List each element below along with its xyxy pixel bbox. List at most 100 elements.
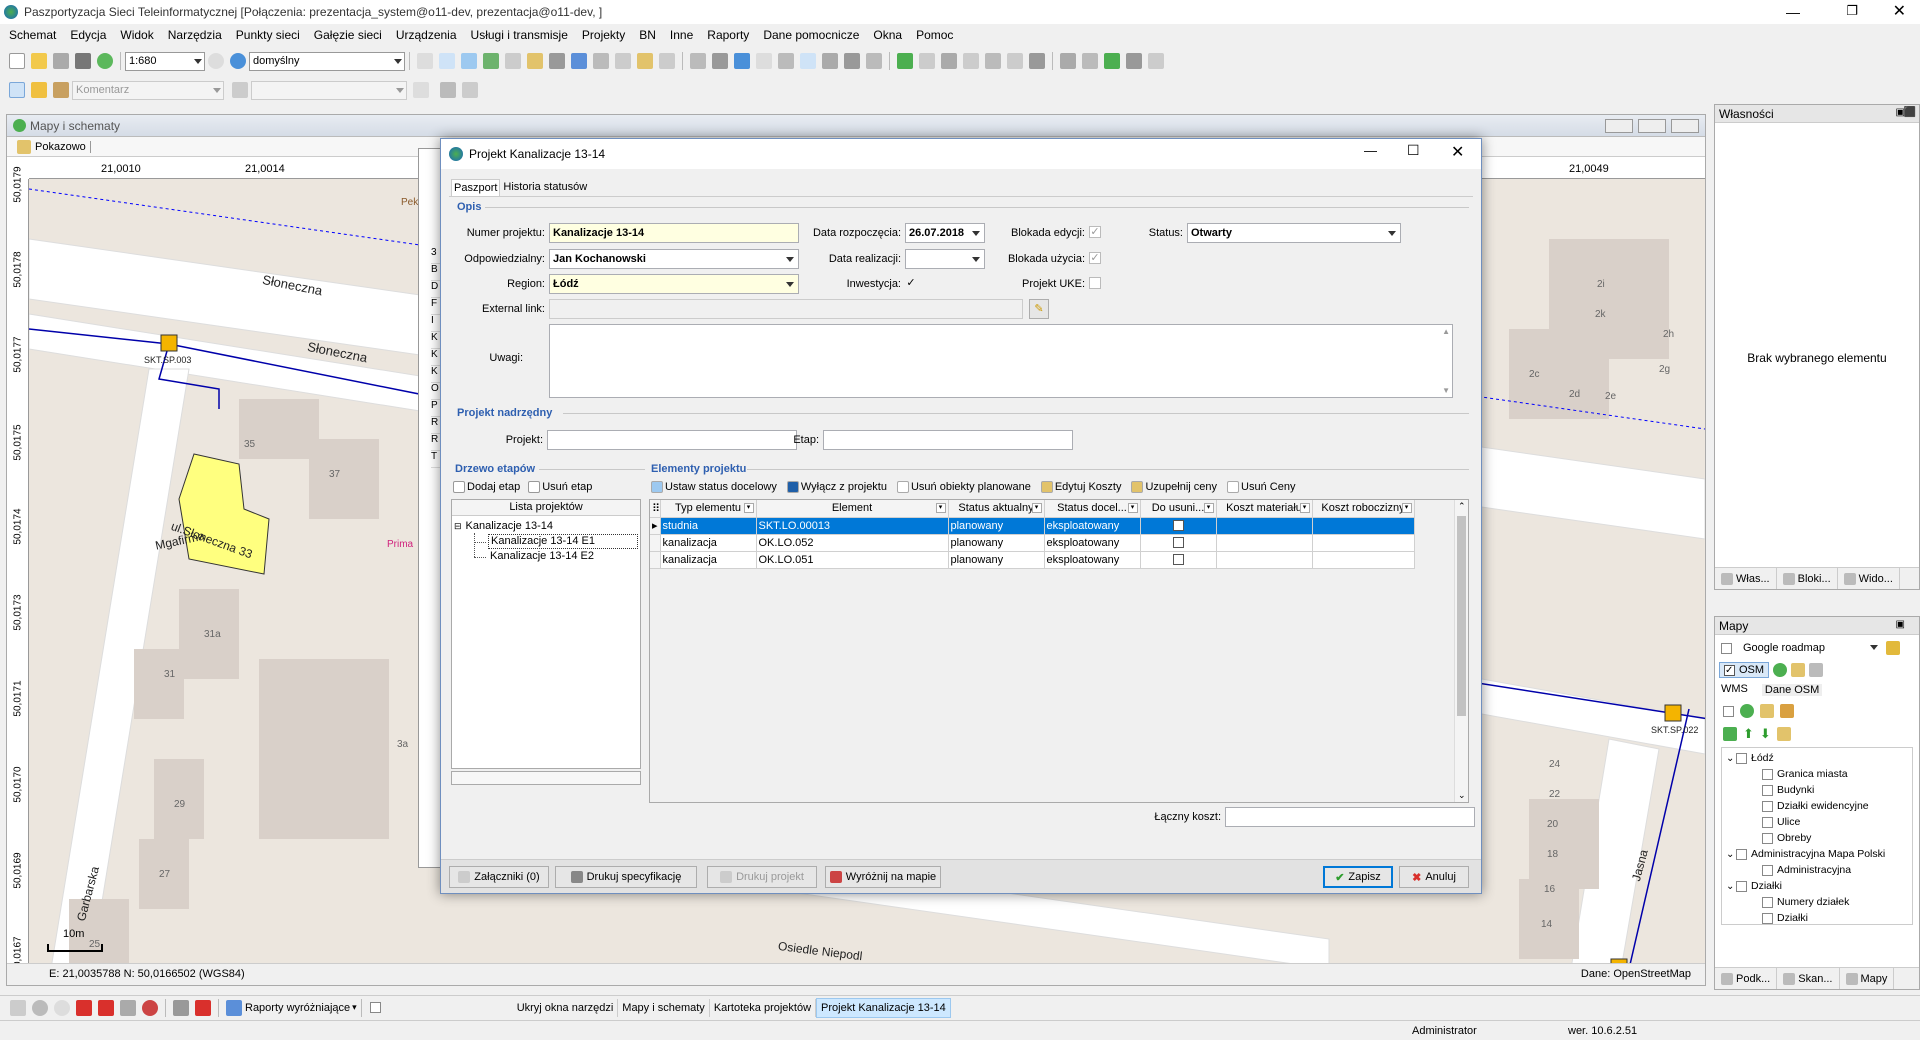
brush-icon[interactable]	[53, 82, 69, 98]
osm-tool-icon[interactable]	[1809, 663, 1824, 677]
layer-checkbox[interactable]	[1762, 800, 1773, 812]
menu-item-4[interactable]: Punkty sieci	[229, 25, 307, 45]
line-icon[interactable]	[413, 82, 429, 98]
filter-icon[interactable]: ▾	[1299, 503, 1310, 513]
menu-item-2[interactable]: Widok	[113, 25, 160, 45]
filter-icon[interactable]: ▾	[1203, 503, 1214, 513]
arrow-up-icon[interactable]: ⬆	[1743, 726, 1754, 742]
lock-icon[interactable]	[232, 82, 248, 98]
toolbar-tool-icon-26[interactable]	[1007, 53, 1023, 69]
data-rozp-field[interactable]: 26.07.2018	[905, 223, 985, 243]
layer-item[interactable]: ⌄ Działki	[1726, 878, 1908, 894]
do-usuniecia-checkbox[interactable]	[1172, 520, 1184, 532]
window-tab-2[interactable]: Kartoteka projektów	[710, 998, 817, 1017]
menu-item-10[interactable]: Inne	[663, 25, 700, 45]
osm-toggle[interactable]: ✓ OSM	[1719, 662, 1770, 678]
dialog-maximize-icon[interactable]: ☐	[1407, 142, 1420, 159]
restore-icon[interactable]: ❐	[1846, 3, 1858, 19]
status-combo[interactable]: Otwarty	[1187, 223, 1401, 243]
layer-checkbox[interactable]	[1762, 784, 1773, 796]
scroll-down-icon[interactable]: ⌄	[1458, 790, 1466, 801]
column-header[interactable]: Status aktualny ▾	[948, 500, 1045, 518]
delete-icon[interactable]	[462, 82, 478, 98]
layer-item[interactable]: Obreby	[1726, 830, 1908, 846]
close-icon[interactable]: ✕	[1893, 1, 1906, 21]
column-header[interactable]: Element ▾	[756, 500, 949, 518]
filter-icon[interactable]: ▾	[1127, 503, 1138, 513]
el-toolbar-button-0[interactable]: Ustaw status docelowy	[651, 481, 777, 493]
window-tab-0[interactable]: Ukryj okna narzędzi	[513, 998, 619, 1017]
ext-link-edit-button[interactable]: ✎	[1029, 299, 1049, 319]
wms-checkbox[interactable]	[1723, 705, 1734, 717]
etap-field[interactable]	[823, 430, 1073, 450]
blok-uzycia-checkbox[interactable]: ✓	[1089, 252, 1101, 264]
toolbar-tool-icon-16[interactable]	[778, 53, 794, 69]
tab-historia[interactable]: Historia statusów	[500, 179, 590, 195]
window-tab-3[interactable]: Projekt Kanalizacje 13-14	[816, 997, 951, 1018]
toolbar-tool-icon-20[interactable]	[866, 53, 882, 69]
toolbar-tool-icon-1[interactable]	[439, 53, 455, 69]
toolbar-tool-icon-2[interactable]	[461, 53, 477, 69]
ext-link-field[interactable]	[549, 299, 1023, 319]
tab-wms[interactable]: WMS	[1721, 683, 1748, 697]
add-layer-icon[interactable]	[1723, 727, 1737, 741]
column-header[interactable]: Koszt roboczizny ▾	[1312, 500, 1415, 518]
do-usuniecia-checkbox[interactable]	[1172, 554, 1184, 566]
usun-etap-button[interactable]: Usuń etap	[528, 481, 592, 493]
google-combo[interactable]: Google roadmap	[1740, 638, 1880, 658]
tree-item-e2[interactable]: Kanalizacje 13-14 E2	[490, 550, 594, 565]
new-icon[interactable]	[9, 53, 25, 69]
toolbar-tool-icon-30[interactable]	[1104, 53, 1120, 69]
osm-globe-icon[interactable]	[1773, 663, 1788, 677]
map-close-button[interactable]	[1671, 119, 1699, 133]
map-min-button[interactable]	[1604, 119, 1633, 133]
record-icon[interactable]	[54, 999, 70, 1016]
link-icon[interactable]	[440, 82, 456, 98]
table-row[interactable]: kanalizacja OK.LO.052 planowany eksploatowa…	[650, 534, 1415, 552]
toolbar-tool-icon-11[interactable]	[659, 53, 675, 69]
do-usuniecia-checkbox[interactable]	[1172, 537, 1184, 549]
style-combo[interactable]: domyślny	[249, 51, 405, 71]
filter-icon[interactable]: ▾	[935, 503, 946, 513]
drukuj-projekt-button[interactable]: Drukuj projekt	[707, 866, 817, 888]
small-checkbox[interactable]	[369, 1002, 381, 1013]
maps-bottom-tab-0[interactable]: Podk...	[1715, 968, 1778, 989]
maps-pin-icon[interactable]: ▣	[1896, 619, 1905, 630]
wms-globe-icon[interactable]	[1740, 704, 1754, 718]
target-icon[interactable]	[142, 999, 158, 1016]
pointer-icon[interactable]	[9, 82, 25, 98]
osm-edit-icon[interactable]	[1791, 663, 1806, 677]
layer-checkbox[interactable]	[1762, 816, 1773, 828]
reports-button[interactable]: Raporty wyróżniające	[245, 1002, 350, 1014]
toolbar-tool-icon-14[interactable]	[734, 53, 750, 69]
layer-combo[interactable]	[251, 80, 407, 100]
toolbar-tool-icon-31[interactable]	[1126, 53, 1142, 69]
menu-item-1[interactable]: Edycja	[63, 25, 113, 45]
toolbar-tool-icon-12[interactable]	[690, 53, 706, 69]
layer-checkbox[interactable]	[1736, 848, 1747, 860]
tree-root[interactable]: ⊟ Kanalizacje 13-14	[454, 518, 553, 534]
menu-item-5[interactable]: Gałęzie sieci	[307, 25, 389, 45]
filter-icon[interactable]: ▾	[1401, 503, 1412, 513]
data-real-field[interactable]	[905, 249, 985, 269]
props-tab-0[interactable]: Włas...	[1715, 568, 1777, 589]
table-row[interactable]: ▸ studnia SKT.LO.00013 planowany eksploatowa…	[650, 517, 1415, 535]
uke-checkbox[interactable]	[1089, 277, 1101, 289]
menu-item-14[interactable]: Pomoc	[909, 25, 960, 45]
save-icon[interactable]	[53, 53, 69, 69]
toolbar-tool-icon-15[interactable]	[756, 53, 772, 69]
toolbar-tool-icon-9[interactable]	[615, 53, 631, 69]
layer-item[interactable]: Administracyjna	[1726, 862, 1908, 878]
menu-item-8[interactable]: Projekty	[575, 25, 632, 45]
menu-item-12[interactable]: Dane pomocnicze	[756, 25, 866, 45]
toolbar-tool-icon-23[interactable]	[941, 53, 957, 69]
toolbar-tool-icon-13[interactable]	[712, 53, 728, 69]
uwagi-scroll-up[interactable]: ▲	[1442, 327, 1450, 336]
column-header[interactable]: Status docel... ▾	[1044, 500, 1141, 518]
menu-item-9[interactable]: BN	[632, 25, 663, 45]
wyroznij-button[interactable]: Wyróżnij na mapie	[825, 866, 941, 888]
print-icon[interactable]	[75, 53, 91, 69]
dialog-close-icon[interactable]: ✕	[1451, 142, 1464, 162]
inwest-checkbox[interactable]: ✓	[905, 278, 917, 290]
toolbar-tool-icon-6[interactable]	[549, 53, 565, 69]
